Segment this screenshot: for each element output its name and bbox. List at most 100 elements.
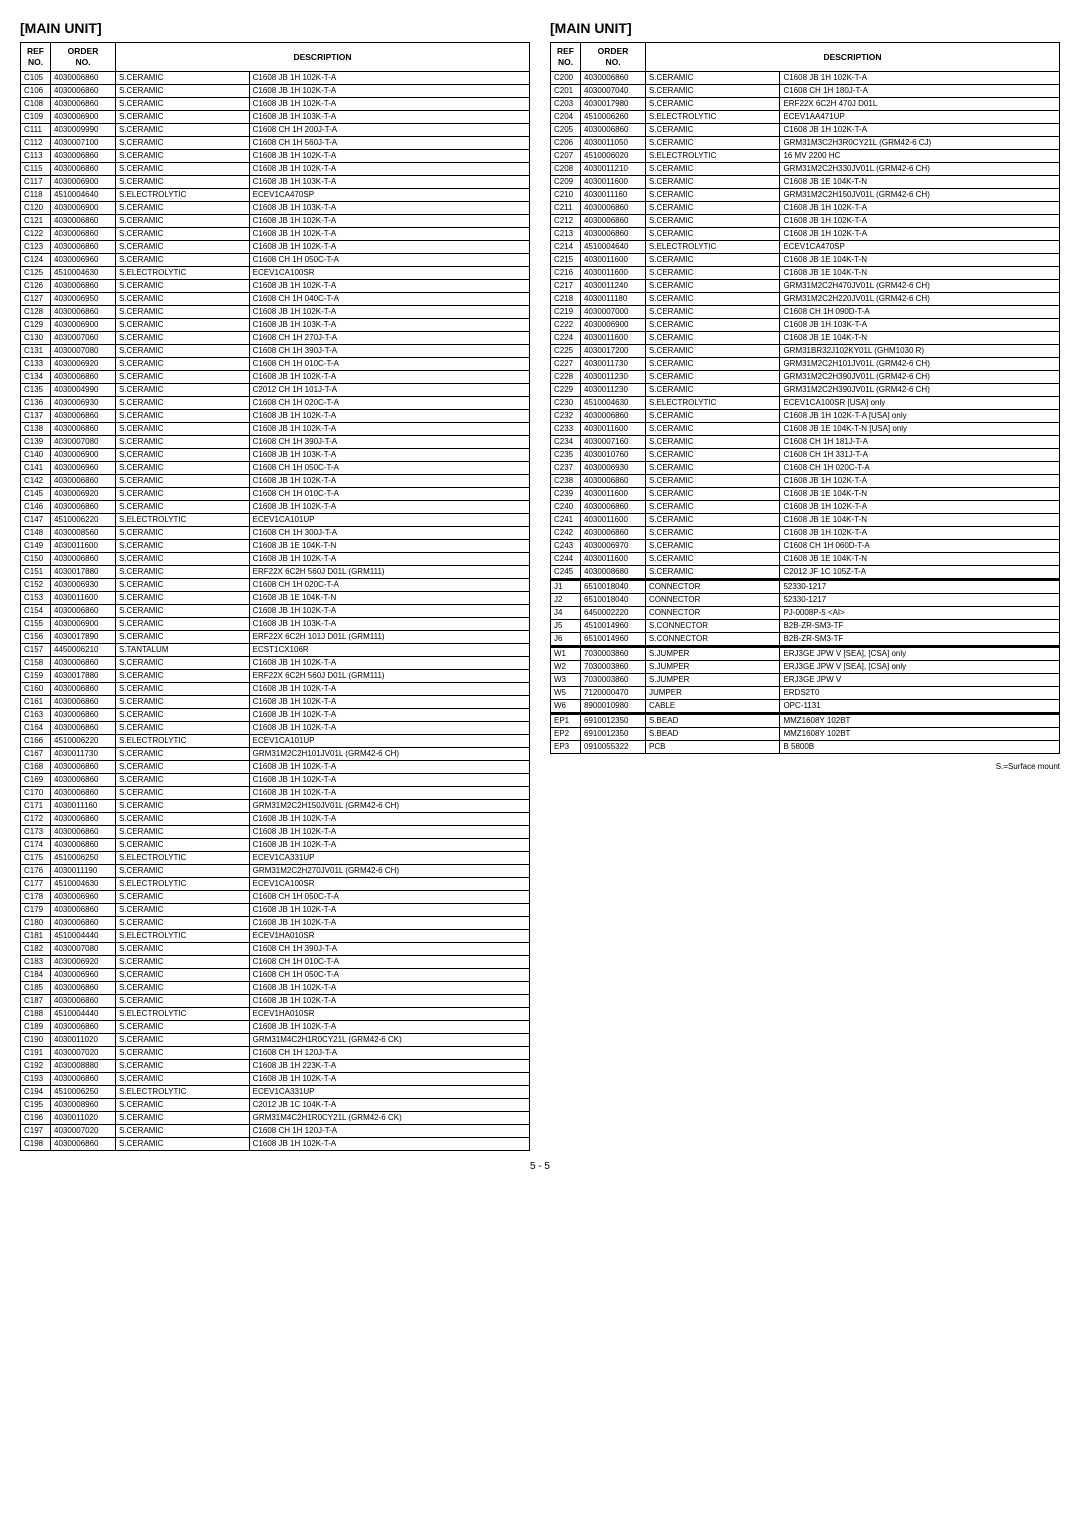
table-row: C1544030006860S.CERAMICC1608 JB 1H 102K-… xyxy=(21,605,530,618)
description: ERJ3GE JPW V xyxy=(780,674,1060,687)
table-row: C2094030011600S.CERAMICC1608 JB 1E 104K-… xyxy=(551,176,1060,189)
right-table: REFNO. ORDERNO. DESCRIPTION C20040300068… xyxy=(550,42,1060,754)
order-no: 4030011050 xyxy=(581,137,646,150)
ref-no: C225 xyxy=(551,345,581,358)
ref-no: C121 xyxy=(21,215,51,228)
ref-no: EP2 xyxy=(551,728,581,741)
order-no: 4030006860 xyxy=(51,683,116,696)
description: ECEV1CA470SP xyxy=(249,189,529,202)
description: C1608 JB 1H 102K-T-A xyxy=(249,995,529,1008)
component-type: S.CERAMIC xyxy=(646,358,780,371)
table-row: C2044510006260S.ELECTROLYTICECEV1AA471UP xyxy=(551,111,1060,124)
table-row: C2164030011600S.CERAMICC1608 JB 1E 104K-… xyxy=(551,267,1060,280)
ref-no: C232 xyxy=(551,410,581,423)
table-row: C1944510006250S.ELECTROLYTICECEV1CA331UP xyxy=(21,1086,530,1099)
ref-no: C212 xyxy=(551,215,581,228)
description: C1608 JB 1H 103K-T-A xyxy=(249,319,529,332)
component-type: S.CERAMIC xyxy=(116,215,250,228)
table-row: C1704030006860S.CERAMICC1608 JB 1H 102K-… xyxy=(21,787,530,800)
component-type: S.CERAMIC xyxy=(116,1060,250,1073)
ref-no: C195 xyxy=(21,1099,51,1112)
order-no: 4030017980 xyxy=(581,98,646,111)
ref-no: C166 xyxy=(21,735,51,748)
table-row: C2054030006860S.CERAMICC1608 JB 1H 102K-… xyxy=(551,124,1060,137)
table-row: C2124030006860S.CERAMICC1608 JB 1H 102K-… xyxy=(551,215,1060,228)
table-row: C1394030007080S.CERAMICC1608 CH 1H 390J-… xyxy=(21,436,530,449)
order-no: 4030006920 xyxy=(51,358,116,371)
table-row: C1824030007080S.CERAMICC1608 CH 1H 390J-… xyxy=(21,943,530,956)
table-row: C1114030009990S.CERAMICC1608 CH 1H 200J-… xyxy=(21,124,530,137)
order-no: 4030006970 xyxy=(581,540,646,553)
table-row: C1964030011020S.CERAMICGRM31M4C2H1R0CY21… xyxy=(21,1112,530,1125)
description: C1608 JB 1E 104K-T-N xyxy=(780,254,1060,267)
component-type: S.ELECTROLYTIC xyxy=(646,150,780,163)
component-type: S.JUMPER xyxy=(646,674,780,687)
ref-no: C217 xyxy=(551,280,581,293)
table-row: C2144510004640S.ELECTROLYTICECEV1CA470SP xyxy=(551,241,1060,254)
order-no: 4030006860 xyxy=(581,124,646,137)
component-type: S.CERAMIC xyxy=(116,917,250,930)
ref-no: C172 xyxy=(21,813,51,826)
component-type: CONNECTOR xyxy=(646,607,780,620)
component-type: S.CERAMIC xyxy=(646,280,780,293)
ref-no: C178 xyxy=(21,891,51,904)
table-row: C1804030006860S.CERAMICC1608 JB 1H 102K-… xyxy=(21,917,530,930)
component-type: S.CERAMIC xyxy=(116,592,250,605)
description: C2012 JF 1C 105Z-T-A xyxy=(780,566,1060,580)
table-row: C1874030006860S.CERAMICC1608 JB 1H 102K-… xyxy=(21,995,530,1008)
component-type: S.CERAMIC xyxy=(116,813,250,826)
ref-no: W3 xyxy=(551,674,581,687)
component-type: S.CERAMIC xyxy=(646,384,780,397)
ref-no: C211 xyxy=(551,202,581,215)
order-no: 4030006860 xyxy=(51,85,116,98)
description: OPC-1131 xyxy=(780,700,1060,714)
order-no: 4030011020 xyxy=(51,1112,116,1125)
ref-no: C233 xyxy=(551,423,581,436)
table-row: C1334030006920S.CERAMICC1608 CH 1H 010C-… xyxy=(21,358,530,371)
component-type: S.CERAMIC xyxy=(116,384,250,397)
table-row: EP16910012350S.BEADMMZ1608Y 102BT xyxy=(551,715,1060,728)
ref-no: C176 xyxy=(21,865,51,878)
component-type: S.ELECTROLYTIC xyxy=(116,1086,250,1099)
order-no: 4030007080 xyxy=(51,943,116,956)
order-no: 4510006250 xyxy=(51,852,116,865)
ref-no: C112 xyxy=(21,137,51,150)
description: C1608 JB 1H 102K-T-A xyxy=(249,163,529,176)
component-type: S.CERAMIC xyxy=(116,696,250,709)
order-no: 4030006930 xyxy=(51,579,116,592)
order-no: 4030011600 xyxy=(51,592,116,605)
table-row: C1574450006210S.TANTALUMECST1CX106R xyxy=(21,644,530,657)
table-row: J66510014960S.CONNECTORB2B-ZR-SM3-TF xyxy=(551,633,1060,647)
component-type: S.CERAMIC xyxy=(646,514,780,527)
ref-no: C130 xyxy=(21,332,51,345)
table-row: C2304510004630S.ELECTROLYTICECEV1CA100SR… xyxy=(551,397,1060,410)
ref-no: C207 xyxy=(551,150,581,163)
description: C1608 JB 1H 103K-T-A xyxy=(249,618,529,631)
ref-no: C124 xyxy=(21,254,51,267)
description: C1608 JB 1H 103K-T-A xyxy=(249,449,529,462)
ref-no: C142 xyxy=(21,475,51,488)
component-type: S.CERAMIC xyxy=(646,410,780,423)
ref-no: C126 xyxy=(21,280,51,293)
ref-no: C243 xyxy=(551,540,581,553)
table-row: C1834030006920S.CERAMICC1608 CH 1H 010C-… xyxy=(21,956,530,969)
description: C1608 JB 1H 102K-T-A xyxy=(780,72,1060,85)
description: C1608 JB 1E 104K-T-N xyxy=(780,176,1060,189)
description: C1608 CH 1H 560J-T-A xyxy=(249,137,529,150)
table-row: C2034030017980S.CERAMICERF22X 6C2H 470J … xyxy=(551,98,1060,111)
description: C1608 CH 1H 050C-T-A xyxy=(249,254,529,267)
component-type: S.CERAMIC xyxy=(646,475,780,488)
table-row: C2224030006900S.CERAMICC1608 JB 1H 103K-… xyxy=(551,319,1060,332)
component-type: S.ELECTROLYTIC xyxy=(116,930,250,943)
table-row: C1064030006860S.CERAMICC1608 JB 1H 102K-… xyxy=(21,85,530,98)
ref-no: C155 xyxy=(21,618,51,631)
component-type: S.CERAMIC xyxy=(116,111,250,124)
ref-no: C177 xyxy=(21,878,51,891)
ref-no: C241 xyxy=(551,514,581,527)
component-type: S.CERAMIC xyxy=(116,865,250,878)
table-row: C2384030006860S.CERAMICC1608 JB 1H 102K-… xyxy=(551,475,1060,488)
description: C1608 JB 1E 104K-T-N xyxy=(249,540,529,553)
order-no: 6910012350 xyxy=(581,728,646,741)
description: GRM31M2C2H101JV01L (GRM42-6 CH) xyxy=(249,748,529,761)
description: C1608 JB 1H 102K-T-A xyxy=(780,527,1060,540)
